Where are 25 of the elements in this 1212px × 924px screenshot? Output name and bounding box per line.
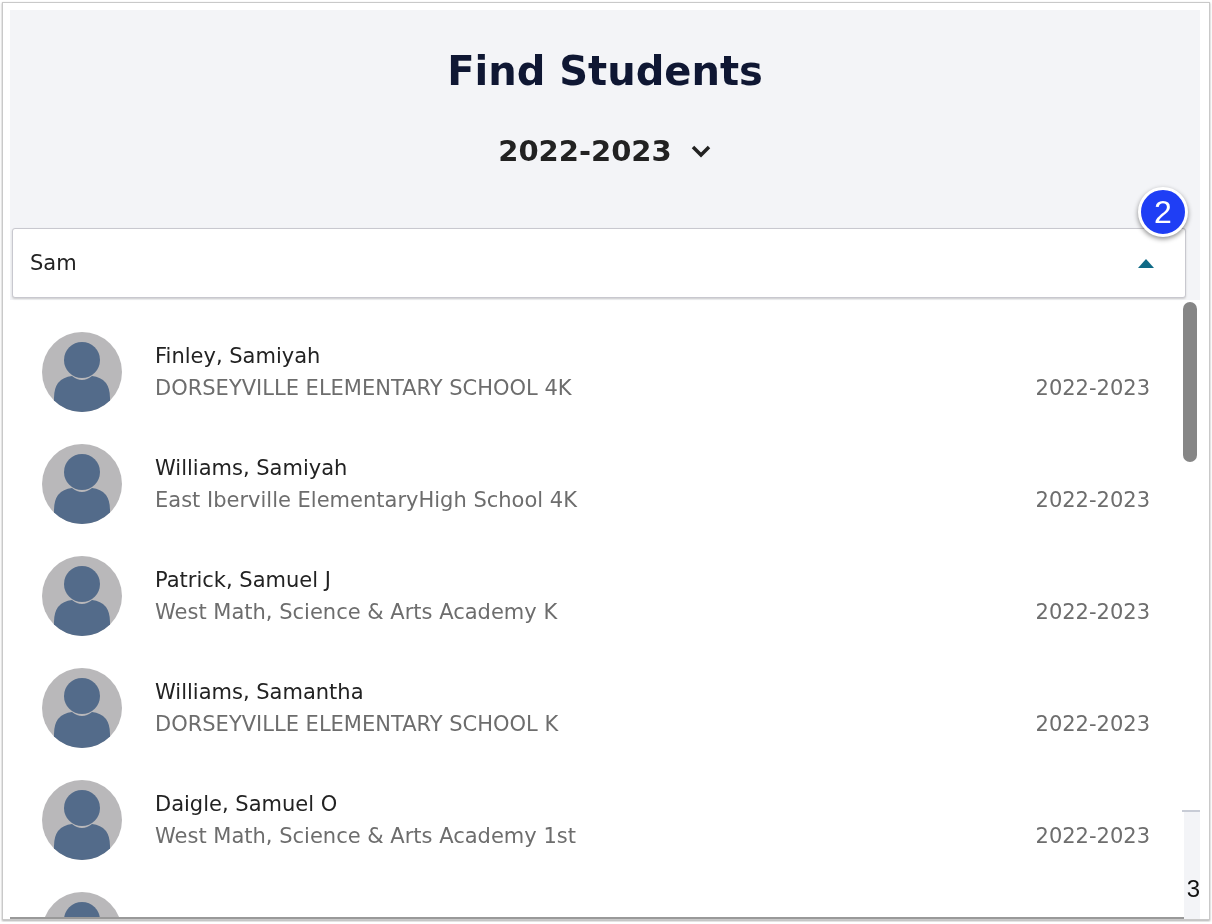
school-year: 2022-2023 [1035,376,1150,400]
student-name: Finley, Samiyah [155,344,322,368]
school-year: 2022-2023 [1035,824,1150,848]
school-name: DORSEYVILLE ELEMENTARY SCHOOL K [155,712,559,736]
school-year: 2022-2023 [1035,488,1150,512]
school-name: West Math, Science & Arts Academy 1st [155,824,576,848]
chevron-icon [689,144,712,158]
page-title: Find Students [447,48,763,94]
avatar-icon [42,668,122,748]
background-text: 3 [1186,875,1200,903]
school-name: West Math, Science & Arts Academy K [155,600,558,624]
avatar-icon [42,780,122,860]
year-dropdown[interactable]: 2022-2023 [498,134,712,168]
school-year: 2022-2023 [1035,712,1150,736]
avatar-icon [42,444,122,524]
student-name: Patrick, Samuel J [155,568,332,592]
avatar-icon [42,556,122,636]
school-name: East Iberville ElementaryHigh School 4K [155,488,577,512]
student-name: Daigle, Samuel O [155,792,339,816]
student-name: Williams, Samantha [155,680,365,704]
school-name: DORSEYVILLE ELEMENTARY SCHOOL 4K [155,376,572,400]
school-year: 2022-2023 [1035,600,1150,624]
student-name: Williams, Samiyah [155,456,349,480]
avatar-icon [42,332,122,412]
search-field[interactable]: Sam [12,228,1186,298]
